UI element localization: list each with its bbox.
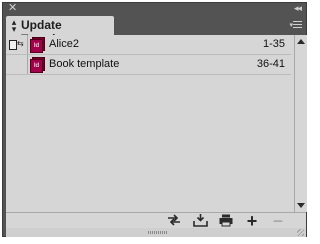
document-list-area: ⇆ Id Alice2 1-35 Id Book template 36-41 [6, 35, 307, 212]
panel-titlebar[interactable]: ✕ ◂◂ [3, 1, 306, 15]
hamburger-icon [293, 19, 302, 30]
panel-resize-grip[interactable] [6, 228, 306, 237]
close-icon[interactable]: ✕ [8, 1, 17, 15]
tab-expand-icon[interactable]: ▴ ▾ [10, 18, 18, 34]
grip-dots [148, 231, 168, 234]
collapse-panel-icon[interactable]: ◂◂ [294, 2, 302, 14]
add-document-icon[interactable]: + [244, 212, 260, 230]
style-source-column[interactable]: ⇆ [6, 35, 28, 54]
list-item[interactable]: Id Book template 36-41 [6, 55, 291, 74]
print-book-icon[interactable] [218, 214, 234, 228]
document-name: Alice2 [49, 38, 79, 50]
document-pages: 36-41 [256, 58, 285, 70]
tab-update-template[interactable]: ▴▾ Update Template [6, 16, 114, 46]
vertical-scrollbar[interactable] [294, 35, 307, 212]
indesign-document-icon: Id [30, 37, 45, 53]
indesign-document-icon: Id [30, 57, 45, 73]
resize-corner-icon[interactable] [297, 229, 304, 236]
row-divider [6, 74, 291, 75]
panel-toolbar: + − [6, 211, 306, 231]
update-template-panel: ✕ ◂◂ ▴▾ Update Template ▾ ⇆ Id Al [2, 2, 307, 237]
style-source-icon: ⇆ [9, 40, 24, 50]
panel-menu-button[interactable]: ▾ [289, 19, 302, 31]
document-name: Book template [49, 58, 120, 70]
synchronize-icon[interactable] [166, 214, 182, 228]
style-source-column[interactable] [6, 55, 28, 74]
list-item[interactable]: ⇆ Id Alice2 1-35 [6, 35, 291, 54]
document-list: ⇆ Id Alice2 1-35 Id Book template 36-41 [6, 35, 291, 212]
panel-tabstrip: ▴▾ Update Template ▾ [3, 15, 306, 46]
scroll-up-icon[interactable] [297, 39, 305, 44]
save-book-icon[interactable] [192, 214, 208, 228]
document-pages: 1-35 [262, 38, 285, 50]
remove-document-icon: − [272, 211, 284, 231]
scroll-down-icon[interactable] [297, 203, 305, 208]
